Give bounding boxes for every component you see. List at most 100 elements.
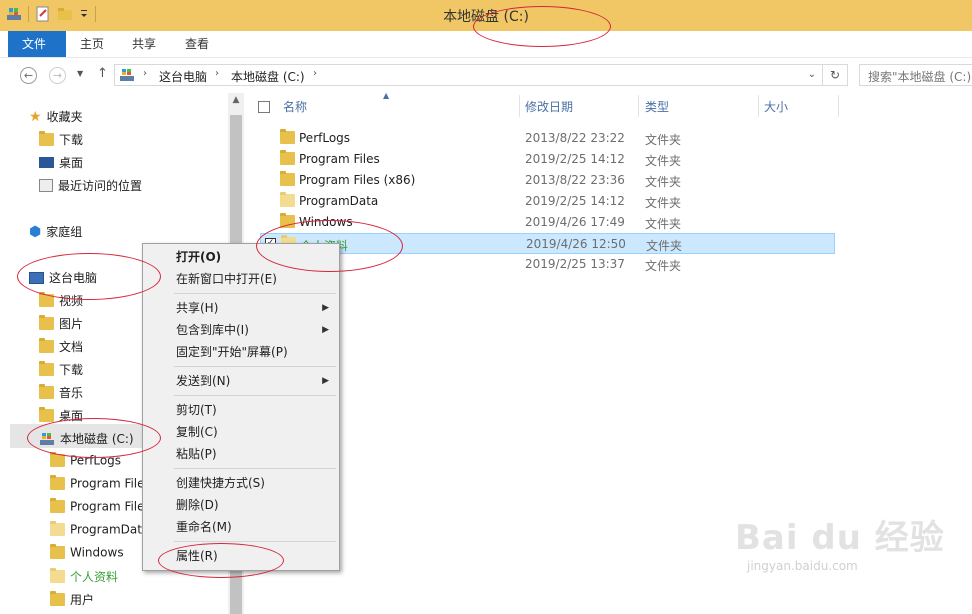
pictures-folder-icon (39, 315, 54, 330)
nav-fav-downloads[interactable]: 下载 (39, 131, 83, 148)
tab-view[interactable]: 查看 (171, 31, 223, 57)
nav-drive-personal-data[interactable]: 个人资料 (50, 568, 118, 585)
column-size[interactable]: 大小 (764, 98, 788, 115)
folder-icon (50, 544, 65, 559)
file-type: 文件夹 (645, 217, 682, 231)
folder-icon (50, 591, 65, 606)
menu-share[interactable]: 共享(H) ▶ (143, 297, 339, 319)
column-divider[interactable] (638, 95, 639, 117)
tab-home[interactable]: 主页 (66, 31, 118, 57)
annotation-ellipse-title (473, 6, 611, 47)
file-date: 2019/2/25 14:12 (525, 152, 625, 166)
breadcrumb-this-pc[interactable]: 这台电脑 (159, 68, 207, 85)
file-name: Program Files (x86) (299, 173, 416, 187)
annotation-ellipse-folder (256, 220, 403, 272)
submenu-arrow-icon: ▶ (322, 376, 329, 386)
chevron-down-icon[interactable]: ⌄ (808, 69, 816, 80)
menu-create-shortcut[interactable]: 创建快捷方式(S) (143, 472, 339, 494)
folder-icon (50, 498, 65, 513)
nav-pc-music[interactable]: 音乐 (39, 384, 83, 401)
refresh-button[interactable]: ↻ (823, 64, 848, 86)
nav-homegroup[interactable]: ⬢ 家庭组 (29, 223, 82, 240)
nav-fav-desktop[interactable]: 桌面 (39, 154, 83, 171)
file-type: 文件夹 (645, 133, 682, 147)
address-bar[interactable]: › 这台电脑 › 本地磁盘 (C:) › ⌄ (114, 64, 823, 86)
file-type: 文件夹 (646, 239, 683, 253)
breadcrumb-separator[interactable]: › (143, 68, 147, 79)
nav-drive-users[interactable]: 用户 (50, 591, 94, 608)
folder-icon (50, 452, 65, 467)
file-type: 文件夹 (645, 259, 682, 273)
column-type[interactable]: 类型 (645, 98, 669, 115)
menu-paste[interactable]: 粘贴(P) (143, 443, 339, 465)
folder-icon (280, 150, 295, 165)
menu-pin-start[interactable]: 固定到"开始"屏幕(P) (143, 341, 339, 363)
menu-rename[interactable]: 重命名(M) (143, 516, 339, 538)
column-date[interactable]: 修改日期 (525, 98, 573, 115)
menu-divider (174, 468, 336, 469)
annotation-ellipse-properties (158, 543, 284, 578)
menu-send-to[interactable]: 发送到(N) ▶ (143, 370, 339, 392)
column-divider[interactable] (758, 95, 759, 117)
file-row[interactable]: Program Files 2019/2/25 14:12 文件夹 (260, 149, 835, 170)
file-row[interactable]: Program Files (x86) 2013/8/22 23:36 文件夹 (260, 170, 835, 191)
nav-drive-windows[interactable]: Windows (50, 544, 124, 560)
music-folder-icon (39, 384, 54, 399)
star-icon: ★ (29, 108, 42, 125)
nav-drive-programdata[interactable]: ProgramDat (50, 521, 142, 537)
nav-drive-program-files[interactable]: Program File (50, 475, 145, 491)
folder-icon (280, 171, 295, 186)
downloads-folder-icon (39, 361, 54, 376)
submenu-arrow-icon: ▶ (322, 303, 329, 313)
nav-favorites[interactable]: ★ 收藏夹 (29, 108, 83, 125)
select-all-checkbox[interactable] (258, 101, 270, 113)
breadcrumb-separator[interactable]: › (215, 68, 219, 79)
file-date: 2013/8/22 23:36 (525, 173, 625, 187)
desktop-folder-icon (39, 407, 54, 422)
file-name: PerfLogs (299, 131, 351, 145)
column-name[interactable]: 名称 (283, 98, 307, 115)
file-type: 文件夹 (645, 196, 682, 210)
baidu-watermark: Bai du 经验 jingyan.baidu.com (735, 510, 945, 573)
breadcrumb-separator[interactable]: › (313, 68, 317, 79)
file-type: 文件夹 (645, 175, 682, 189)
menu-divider (174, 366, 336, 367)
forward-button[interactable]: → (49, 67, 66, 84)
nav-drive-program-files-x86[interactable]: Program File (50, 498, 145, 514)
annotation-ellipse-drive (27, 418, 161, 458)
recent-locations-icon[interactable]: ▼ (77, 69, 83, 78)
nav-pc-downloads[interactable]: 下载 (39, 361, 83, 378)
file-row[interactable]: PerfLogs 2013/8/22 23:22 文件夹 (260, 128, 835, 149)
back-button[interactable]: ← (20, 67, 37, 84)
documents-folder-icon (39, 338, 54, 353)
folder-icon (280, 192, 295, 207)
file-date: 2019/2/25 13:37 (525, 257, 625, 271)
tab-share[interactable]: 共享 (118, 31, 170, 57)
file-name: ProgramData (299, 194, 379, 208)
folder-icon (50, 568, 65, 583)
breadcrumb-local-disk[interactable]: 本地磁盘 (C:) (231, 68, 305, 85)
computer-drive-icon (120, 69, 134, 81)
menu-include-library[interactable]: 包含到库中(I) ▶ (143, 319, 339, 341)
nav-pc-pictures[interactable]: 图片 (39, 315, 83, 332)
nav-fav-recent[interactable]: 最近访问的位置 (39, 177, 142, 194)
menu-cut[interactable]: 剪切(T) (143, 399, 339, 421)
column-divider[interactable] (838, 95, 839, 117)
search-input[interactable]: 搜索"本地磁盘 (C:)" (859, 64, 972, 86)
menu-label: 共享(H) (176, 301, 219, 315)
file-date: 2019/2/25 14:12 (525, 194, 625, 208)
tab-file[interactable]: 文件 (8, 31, 66, 57)
desktop-icon (39, 157, 54, 168)
up-arrow-icon[interactable]: ↑ (97, 66, 108, 81)
address-row: ← → ▼ ↑ › 这台电脑 › 本地磁盘 (C:) › ⌄ ↻ 搜索"本地磁盘… (0, 58, 972, 92)
menu-label: 发送到(N) (176, 374, 231, 388)
nav-pc-documents[interactable]: 文档 (39, 338, 83, 355)
menu-delete[interactable]: 删除(D) (143, 494, 339, 516)
column-divider[interactable] (519, 95, 520, 117)
menu-copy[interactable]: 复制(C) (143, 421, 339, 443)
file-row[interactable]: ProgramData 2019/2/25 14:12 文件夹 (260, 191, 835, 212)
menu-open-new-window[interactable]: 在新窗口中打开(E) (143, 268, 339, 290)
scroll-up-icon[interactable]: ▲ (228, 95, 244, 105)
file-name: Program Files (299, 152, 380, 166)
menu-divider (174, 541, 336, 542)
